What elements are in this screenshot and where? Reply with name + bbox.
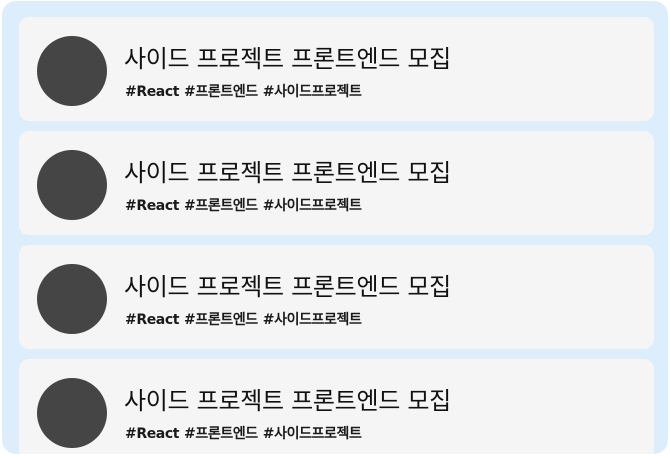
post-title: 사이드 프로젝트 프론트엔드 모집 (124, 45, 451, 73)
post-title: 사이드 프로젝트 프론트엔드 모집 (124, 273, 451, 301)
avatar (37, 378, 107, 448)
tag-side-project: #사이드프로젝트 (262, 198, 362, 214)
tag-react: #React (125, 312, 180, 328)
tag-frontend: #프론트엔드 (184, 426, 258, 442)
tag-side-project: #사이드프로젝트 (262, 84, 362, 100)
avatar (37, 36, 107, 106)
avatar (37, 264, 107, 334)
tag-frontend: #프론트엔드 (184, 198, 258, 214)
tag-frontend: #프론트엔드 (184, 84, 258, 100)
post-card[interactable]: 사이드 프로젝트 프론트엔드 모집 #React #프론트엔드 #사이드프로젝트 (19, 131, 654, 235)
post-title: 사이드 프로젝트 프론트엔드 모집 (124, 159, 451, 187)
post-card[interactable]: 사이드 프로젝트 프론트엔드 모집 #React #프론트엔드 #사이드프로젝트 (19, 245, 654, 349)
post-card[interactable]: 사이드 프로젝트 프론트엔드 모집 #React #프론트엔드 #사이드프로젝트 (19, 17, 654, 121)
post-tags: #React #프론트엔드 #사이드프로젝트 (125, 195, 362, 215)
post-tags: #React #프론트엔드 #사이드프로젝트 (125, 81, 362, 101)
tag-react: #React (125, 198, 180, 214)
tag-frontend: #프론트엔드 (184, 312, 258, 328)
tag-side-project: #사이드프로젝트 (262, 426, 362, 442)
post-title: 사이드 프로젝트 프론트엔드 모집 (124, 387, 451, 415)
post-tags: #React #프론트엔드 #사이드프로젝트 (125, 309, 362, 329)
post-list[interactable]: 사이드 프로젝트 프론트엔드 모집 #React #프론트엔드 #사이드프로젝트 사… (2, 1, 668, 454)
tag-react: #React (125, 426, 180, 442)
tag-side-project: #사이드프로젝트 (262, 312, 362, 328)
tag-react: #React (125, 84, 180, 100)
avatar (37, 150, 107, 220)
post-card[interactable]: 사이드 프로젝트 프론트엔드 모집 #React #프론트엔드 #사이드프로젝트 (19, 359, 654, 454)
post-tags: #React #프론트엔드 #사이드프로젝트 (125, 423, 362, 443)
post-list-panel: 사이드 프로젝트 프론트엔드 모집 #React #프론트엔드 #사이드프로젝트 사… (2, 1, 668, 454)
